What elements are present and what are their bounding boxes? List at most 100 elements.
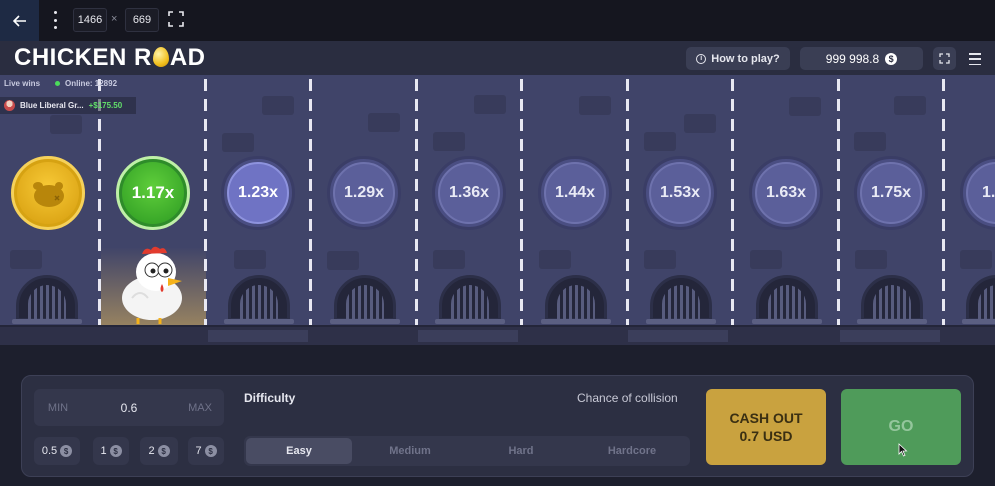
- online-dot-icon: [55, 81, 60, 86]
- brick-decoration: [433, 250, 465, 269]
- quick-bet-button[interactable]: 1 $: [93, 437, 129, 465]
- mouse-cursor-icon: [898, 443, 908, 457]
- info-icon: i: [696, 53, 707, 64]
- brick-decoration: [684, 114, 716, 133]
- arrow-left-icon: [12, 14, 26, 27]
- difficulty-tab-medium[interactable]: Medium: [357, 438, 463, 464]
- lane-divider: [415, 79, 418, 329]
- lane-divider: [837, 79, 840, 329]
- game-header: CHICKEN R AD i How to play? 999 998.8 $: [0, 41, 995, 75]
- road-segment: [208, 330, 308, 342]
- difficulty-tab-hardcore[interactable]: Hardcore: [579, 438, 685, 464]
- sewer-grate: [752, 275, 822, 324]
- multiplier-label: 1.63x: [755, 162, 817, 224]
- live-wins-label: Live wins: [4, 79, 41, 88]
- how-to-play-button[interactable]: i How to play?: [686, 47, 790, 70]
- quick-bet-button[interactable]: 2 $: [140, 437, 178, 465]
- multiplier-coin: 1.29x: [327, 156, 401, 230]
- brick-decoration: [854, 132, 886, 151]
- brick-decoration: [644, 250, 676, 269]
- multiplier-coin: 1.8: [960, 156, 995, 230]
- menu-icon[interactable]: [964, 51, 986, 67]
- cash-out-button[interactable]: CASH OUT 0.7 USD: [706, 389, 826, 465]
- expand-icon: [939, 53, 950, 64]
- dollar-icon: $: [157, 445, 170, 457]
- min-bet-button[interactable]: MIN: [34, 389, 82, 426]
- difficulty-tab-hard[interactable]: Hard: [468, 438, 574, 464]
- brick-decoration: [894, 96, 926, 115]
- cash-out-amount: 0.7 USD: [739, 428, 793, 444]
- multiplier-label: 1.23x: [227, 162, 289, 224]
- quick-bet-value: 1: [100, 445, 107, 457]
- multiplier-coin: 1.36x: [432, 156, 506, 230]
- multiplier-coin: 1.44x: [538, 156, 612, 230]
- bottom-area: MIN 0.6 MAX 0.5 $ 1 $ 2 $ 7 $ Difficulty Cha…: [0, 345, 995, 486]
- brick-decoration: [960, 250, 992, 269]
- dollar-icon: $: [109, 445, 122, 457]
- brick-decoration: [50, 115, 82, 134]
- dimension-separator: ×: [111, 13, 118, 25]
- dollar-icon: $: [60, 445, 73, 457]
- multiplier-coin: 1.63x: [749, 156, 823, 230]
- bet-amount-input[interactable]: 0.6: [82, 389, 176, 426]
- winner-name: Blue Liberal Gr...: [20, 101, 84, 110]
- multiplier-label: 1.75x: [860, 162, 922, 224]
- balance-display: 999 998.8 $: [800, 47, 923, 70]
- height-input[interactable]: 669: [125, 8, 159, 32]
- dollar-icon: $: [885, 52, 898, 65]
- cash-out-label: CASH OUT: [729, 410, 803, 426]
- multiplier-label: 1.36x: [438, 162, 500, 224]
- egg-icon: [152, 47, 169, 67]
- multiplier-label: 1.29x: [333, 162, 395, 224]
- quick-bet-button[interactable]: 7 $: [188, 437, 224, 465]
- online-label: Online: 12892: [65, 79, 118, 88]
- chance-of-collision-label: Chance of collision: [577, 391, 678, 405]
- brick-decoration: [234, 250, 266, 269]
- multiplier-coin-next[interactable]: 1.23x: [221, 156, 295, 230]
- brick-decoration: [855, 250, 887, 269]
- width-input[interactable]: 1466: [73, 8, 107, 32]
- brick-decoration: [644, 132, 676, 151]
- sewer-grate: [330, 275, 400, 324]
- quick-bet-button[interactable]: 0.5 $: [34, 437, 80, 465]
- brick-decoration: [433, 132, 465, 151]
- multiplier-label: 1.53x: [649, 162, 711, 224]
- sewer-grate: [857, 275, 927, 324]
- multiplier-coin: 1.53x: [643, 156, 717, 230]
- chicken-icon: [122, 246, 182, 324]
- quick-bet-value: 2: [148, 445, 155, 457]
- max-bet-button[interactable]: MAX: [176, 389, 224, 426]
- multiplier-label: 1.8: [966, 162, 995, 224]
- multiplier-label: 1.17x: [122, 162, 184, 224]
- sewer-grate: [541, 275, 611, 324]
- brick-decoration: [262, 96, 294, 115]
- road-segment: [418, 330, 518, 342]
- back-button[interactable]: [0, 0, 39, 41]
- winner-amount: +$175.50: [88, 101, 123, 110]
- expand-button[interactable]: [933, 47, 956, 70]
- balance-value: 999 998.8: [825, 51, 880, 66]
- quick-bet-value: 0.5: [41, 445, 58, 457]
- lane-divider: [731, 79, 734, 329]
- how-to-play-label: How to play?: [711, 52, 780, 65]
- lane-divider: [942, 79, 945, 329]
- game-field: 1.17x 1.23x 1.29x 1.36x 1.44x 1.53x 1.63…: [0, 75, 995, 345]
- online-counter: Online: 12892: [55, 79, 117, 88]
- multiplier-label: 1.44x: [544, 162, 606, 224]
- sewer-grate: [646, 275, 716, 324]
- top-toolbar: 1466 × 669: [0, 0, 995, 41]
- difficulty-tab-easy[interactable]: Easy: [246, 438, 352, 464]
- lane-divider: [204, 79, 207, 329]
- sewer-grate: [12, 275, 82, 324]
- quick-bet-value: 7: [195, 445, 202, 457]
- logo-text-right: AD: [169, 44, 206, 71]
- dollar-icon: $: [204, 445, 217, 457]
- brick-decoration: [789, 97, 821, 116]
- more-options-icon[interactable]: [50, 11, 60, 29]
- start-coin: [11, 156, 85, 230]
- brick-decoration: [368, 113, 400, 132]
- sewer-grate: [962, 275, 995, 324]
- fullscreen-icon[interactable]: [168, 11, 184, 27]
- road-segment: [840, 330, 940, 342]
- multiplier-coin: 1.17x: [116, 156, 190, 230]
